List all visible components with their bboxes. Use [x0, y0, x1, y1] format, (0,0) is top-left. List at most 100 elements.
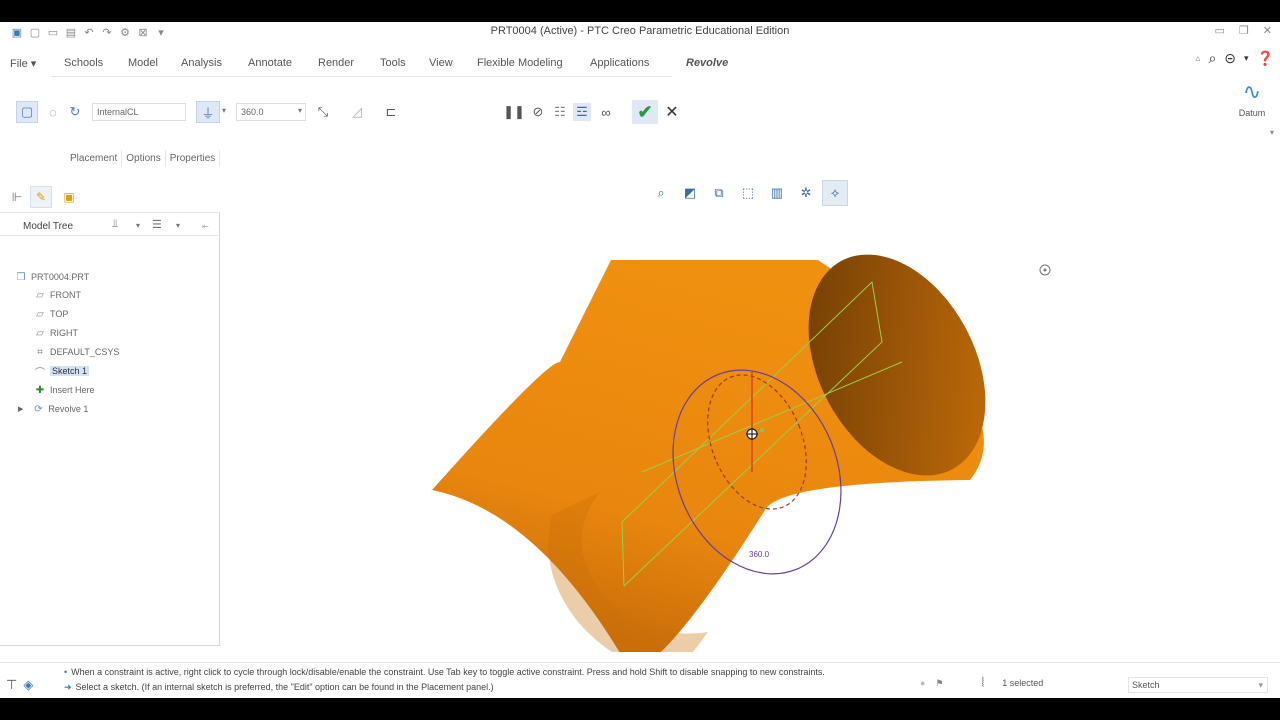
navigator-tabs: ⊩ ✎ ▣ [10, 186, 80, 208]
csys-icon: ⌗ [37, 346, 43, 358]
settings-icon[interactable]: ⊝ [1224, 50, 1236, 67]
folder-browser-icon[interactable]: ✎ [30, 186, 52, 208]
tree-item-top[interactable]: ▱ TOP [33, 306, 68, 322]
display-style-icon[interactable]: ⧉ [706, 180, 732, 206]
tab-properties[interactable]: Properties [166, 150, 221, 167]
selection-count: 1 selected [1002, 678, 1044, 688]
model-tree-header: Model Tree ⫫ ▾ ☰ ▾ ⇤ [0, 212, 218, 236]
tab-placement[interactable]: Placement [66, 150, 123, 167]
ok-button[interactable]: ✔ [632, 100, 658, 124]
revolve-icon: ⟳ [34, 403, 43, 415]
status-tools: ⊤ ◈ [6, 677, 33, 693]
tab-analysis[interactable]: Analysis [181, 57, 222, 69]
saved-views-icon[interactable]: ⬚ [735, 180, 761, 206]
solid-icon[interactable]: ▢ [16, 101, 38, 123]
angle-type-icon[interactable]: ⏚ [196, 101, 220, 123]
spin-center-icon [1039, 264, 1051, 276]
show-tree-icon[interactable]: ⊤ [6, 677, 17, 693]
selection-filter-value: Sketch [1132, 680, 1160, 690]
surface-icon[interactable]: ◌ [42, 101, 64, 123]
attached-preview-icon[interactable]: ☷ [551, 103, 569, 121]
status-bar: ⊤ ◈ • When a constraint is active, right … [0, 662, 1280, 698]
datum-dropdown-icon[interactable]: ▾ [1230, 128, 1274, 137]
creo-window: ▣ ▢ ▭ ▤ ↶ ↷ ⚙ ⊠ ▾ PRT0004 (Active) - PTC… [0, 22, 1280, 698]
selection-status: ● ⚑ ⦚ 1 selected [920, 675, 1043, 691]
browser-icon[interactable]: ◈ [23, 677, 33, 693]
tab-flexible-modeling[interactable]: Flexible Modeling [477, 57, 563, 69]
model-tree-tab-icon[interactable]: ⊩ [10, 186, 24, 208]
flag-icon[interactable]: ⚑ [935, 678, 943, 689]
tab-view[interactable]: View [429, 57, 453, 69]
tab-model[interactable]: Model [128, 57, 158, 69]
insert-arrow-icon: ✚ [35, 384, 45, 396]
angle-type-dropdown-icon[interactable]: ▾ [222, 106, 226, 115]
datum-group[interactable]: ∿ Datum ▾ [1230, 79, 1274, 138]
search-icon[interactable]: ⌕ [1208, 50, 1216, 67]
tab-tools[interactable]: Tools [380, 57, 406, 69]
tree-item-default-csys[interactable]: ⌗ DEFAULT_CSYS [33, 344, 119, 360]
remove-material-icon[interactable]: ◿ [348, 103, 366, 121]
cancel-button[interactable]: ✕ [664, 102, 680, 122]
settings-dropdown-icon[interactable]: ▾ [1244, 53, 1249, 64]
collapse-ribbon-icon[interactable]: ▵ [1195, 53, 1200, 64]
graphics-viewport[interactable]: 360.0 [222, 212, 1280, 672]
selection-filter-select[interactable]: Sketch ▾ [1128, 677, 1268, 693]
tab-options[interactable]: Options [122, 150, 166, 167]
tab-schools[interactable]: Schools [64, 57, 103, 69]
tree-item-front[interactable]: ▱ FRONT [33, 287, 81, 303]
info-bullet-icon: • [64, 667, 68, 677]
tab-revolve[interactable]: Revolve [686, 57, 728, 69]
axis-collector-field[interactable]: InternalCL [92, 103, 186, 121]
angle-dropdown-icon[interactable]: ▾ [298, 106, 302, 115]
help-icon[interactable]: ❓ [1257, 50, 1274, 67]
pause-icon[interactable]: ❚❚ [503, 103, 525, 121]
tab-file[interactable]: File ▾ [10, 57, 36, 70]
sketch-view-icon[interactable]: ⟡ [822, 180, 848, 206]
zoom-icon[interactable]: ⌕ [648, 180, 674, 206]
title-bar: ▣ ▢ ▭ ▤ ↶ ↷ ⚙ ⊠ ▾ PRT0004 (Active) - PTC… [0, 22, 1280, 42]
datum-display-icon[interactable]: ✲ [793, 180, 819, 206]
expand-arrow-icon[interactable]: ▶ [18, 405, 23, 413]
tab-render[interactable]: Render [318, 57, 354, 69]
favorites-icon[interactable]: ▣ [58, 186, 80, 208]
verify-icon[interactable]: ∞ [597, 103, 615, 121]
filter-dropdown-icon: ▾ [1258, 680, 1263, 690]
angle-field[interactable]: 360.0 [236, 103, 306, 121]
detached-preview-icon[interactable]: ☲ [573, 103, 591, 121]
find-icon[interactable]: ⦚ [982, 675, 985, 691]
flip-direction-icon[interactable]: ⤡ [314, 103, 332, 121]
tab-applications[interactable]: Applications [590, 57, 649, 69]
datum-plane-icon: ▱ [36, 289, 44, 301]
tree-item-label: Insert Here [50, 385, 95, 395]
thicken-icon[interactable]: ⊏ [382, 103, 400, 121]
ribbon-tabs: File ▾ Schools Model Analysis Annotate R… [0, 52, 1280, 77]
shading-icon[interactable]: ◩ [677, 180, 703, 206]
status-dot-icon: ● [920, 678, 926, 688]
tree-filters-icon[interactable]: ⫫ [112, 218, 118, 231]
axis-icon[interactable]: ↻ [64, 101, 86, 123]
tree-collapse-icon[interactable]: ⇤ [202, 222, 209, 231]
tree-settings-dropdown-icon[interactable]: ▾ [176, 221, 180, 230]
message-line-2: ➜ Select a sketch. (If an internal sketch… [64, 682, 494, 692]
maximize-icon[interactable]: ❐ [1239, 24, 1249, 37]
part-icon: ❒ [16, 271, 26, 283]
tree-item-label: DEFAULT_CSYS [50, 347, 120, 357]
tree-item-prt0004[interactable]: ❒ PRT0004.PRT [14, 269, 90, 285]
tree-item-revolve-1[interactable]: ▶ ⟳ Revolve 1 [18, 401, 88, 417]
close-icon[interactable]: ✕ [1263, 24, 1272, 37]
tree-item-insert-here[interactable]: ✚ Insert Here [33, 382, 95, 398]
minimize-icon[interactable]: ▭ [1215, 24, 1225, 37]
window-controls: ▭ ❐ ✕ [1215, 24, 1273, 37]
no-preview-icon[interactable]: ⊘ [529, 103, 547, 121]
tab-divider [52, 76, 672, 77]
view-manager-icon[interactable]: ▥ [764, 180, 790, 206]
model-tree-title: Model Tree [23, 221, 74, 232]
tree-item-right[interactable]: ▱ RIGHT [33, 325, 78, 341]
datum-icon: ∿ [1242, 79, 1262, 104]
dashboard-tabs: Placement Options Properties [66, 150, 221, 167]
tree-settings-icon[interactable]: ☰ [152, 218, 162, 231]
tree-filters-dropdown-icon[interactable]: ▾ [136, 221, 140, 230]
tree-item-sketch-1[interactable]: ⌒ Sketch 1 [33, 363, 90, 379]
tab-annotate[interactable]: Annotate [248, 57, 292, 69]
tree-item-label: TOP [50, 309, 69, 319]
